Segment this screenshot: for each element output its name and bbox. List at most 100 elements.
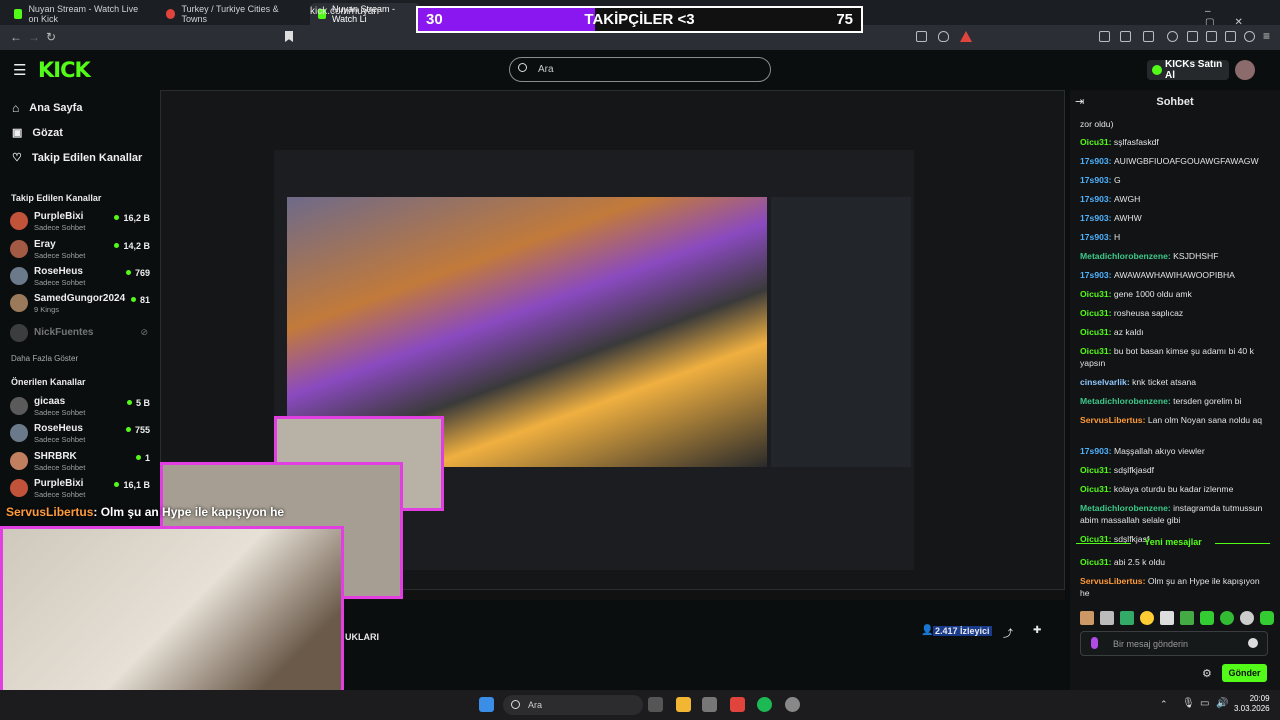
suggested-channel[interactable]: gicaas Sadece Sohbet 5 B (10, 395, 150, 419)
tab-turkey[interactable]: Turkey / Turkiye Cities & Towns (158, 3, 308, 25)
chat-username[interactable]: 17s903: (1080, 175, 1114, 185)
chat-username[interactable]: Oicu31: (1080, 346, 1114, 356)
emote-icon[interactable] (1140, 611, 1154, 625)
followed-channel-offline[interactable]: NickFuentes ⊘ (10, 322, 150, 346)
chat-username[interactable]: 17s903: (1080, 194, 1114, 204)
chat-username[interactable]: 17s903: (1080, 446, 1114, 456)
chat-username[interactable]: Oicu31: (1080, 484, 1114, 494)
task-view-icon[interactable] (648, 697, 663, 712)
forward-icon[interactable]: → (28, 30, 40, 44)
emoji-icon[interactable] (1248, 638, 1258, 648)
chat-settings-icon[interactable]: ⚙ (1202, 667, 1212, 680)
chat-username[interactable]: Metadichlorobenzene: (1080, 503, 1173, 513)
screenshot-icon[interactable] (1120, 31, 1131, 42)
browse-icon: ▣ (12, 127, 23, 139)
show-more-link[interactable]: Daha Fazla Göster (11, 354, 78, 363)
chat-message-input[interactable]: Bir mesaj gönderin (1080, 631, 1268, 656)
follow-user-icon[interactable]: ✚ (1033, 625, 1041, 636)
emote-icon[interactable] (1240, 611, 1254, 625)
chat-username[interactable]: 17s903: (1080, 232, 1114, 242)
chat-username[interactable]: Oicu31: (1080, 465, 1114, 475)
brave-rewards-icon[interactable] (960, 31, 972, 42)
download-icon[interactable] (1225, 31, 1236, 42)
microphone-icon[interactable] (1091, 637, 1098, 649)
viewer-count: 16,2 B (114, 213, 150, 223)
suggested-channel[interactable]: SHRBRK Sadece Sohbet 1 (10, 450, 150, 474)
network-icon[interactable]: ▭ (1200, 698, 1209, 709)
chat-text: AWHW (1113, 213, 1142, 223)
sidebar-toggle-icon[interactable] (1187, 31, 1198, 42)
emote-icon[interactable] (1120, 611, 1134, 625)
taskbar-search[interactable]: Ara (503, 695, 643, 715)
vpn-icon[interactable] (1244, 31, 1255, 42)
viewer-count: 16,1 B (114, 480, 150, 490)
kick-logo[interactable]: KICK (38, 58, 91, 82)
viewer-count: 5 B (127, 398, 150, 408)
overlay-text: : Olm şu an Hype ile kapışıyon he (93, 505, 285, 519)
followed-channel[interactable]: Eray Sadece Sohbet 14,2 B (10, 238, 150, 262)
chat-username[interactable]: cinselvarlik: (1080, 377, 1132, 387)
send-button[interactable]: Gönder (1222, 664, 1267, 682)
back-icon[interactable]: ← (10, 30, 22, 44)
tray-chevron-icon[interactable]: ⌃ (1160, 699, 1168, 710)
chat-message: 17s903: AUIWGBFIUOAFGOUAWGFAWAGW (1080, 155, 1270, 167)
chat-username[interactable]: Metadichlorobenzene: (1080, 396, 1173, 406)
chat-username[interactable]: 17s903: (1080, 156, 1114, 166)
share-icon[interactable] (916, 31, 927, 42)
emote-icon[interactable] (1100, 611, 1114, 625)
chat-username[interactable]: Oicu31: (1080, 557, 1114, 567)
chat-username[interactable]: 17s903: (1080, 270, 1114, 280)
suggested-channel[interactable]: RoseHeus Sadece Sohbet 755 (10, 422, 150, 446)
chat-input-placeholder: Bir mesaj gönderin (1113, 638, 1189, 649)
brave-browser-icon[interactable] (730, 697, 745, 712)
kick-favicon-icon (14, 9, 23, 19)
suggested-channel[interactable]: PurpleBixi Sadece Sohbet 16,1 B (10, 477, 150, 501)
extension-icon[interactable] (1099, 31, 1110, 42)
mic-tray-icon[interactable]: 🎙 (1182, 698, 1195, 709)
file-explorer-icon[interactable] (676, 697, 691, 712)
chat-username[interactable]: Metadichlorobenzene: (1080, 251, 1173, 261)
chat-username[interactable]: Oicu31: (1080, 289, 1114, 299)
share-stream-icon[interactable]: ⤴ (1003, 625, 1013, 640)
channel-category: Sadece Sohbet (34, 435, 86, 444)
system-clock[interactable]: 20:09 3.03.2026 (1234, 694, 1270, 714)
store-icon[interactable] (702, 697, 717, 712)
followed-channel[interactable]: SamedGungor2024 9 Kings 81 (10, 292, 150, 316)
hamburger-icon[interactable]: ☰ (13, 61, 26, 79)
followed-channel[interactable]: PurpleBixi Sadece Sohbet 16,2 B (10, 210, 150, 234)
nav-home[interactable]: ⌂ Ana Sayfa (12, 101, 82, 115)
emote-bar[interactable] (1080, 611, 1274, 625)
emote-icon[interactable] (1220, 611, 1234, 625)
chat-username[interactable]: ServusLibertus: (1080, 415, 1148, 425)
nav-following[interactable]: ♡ Takip Edilen Kanallar (12, 151, 142, 165)
shield-icon[interactable] (938, 31, 949, 42)
wallet2-icon[interactable] (1206, 31, 1217, 42)
music-icon[interactable] (1167, 31, 1178, 42)
wallet-icon[interactable] (1143, 31, 1154, 42)
app-icon[interactable] (785, 697, 800, 712)
menu-icon[interactable]: ≡ (1263, 29, 1270, 43)
emote-icon[interactable] (1260, 611, 1274, 625)
chat-username[interactable]: Oicu31: (1080, 327, 1114, 337)
nav-browse[interactable]: ▣ Gözat (12, 126, 63, 140)
chat-username[interactable]: 17s903: (1080, 213, 1114, 223)
url-text[interactable]: kick.com/nuyan (310, 6, 379, 17)
followed-channel[interactable]: RoseHeus Sadece Sohbet 769 (10, 265, 150, 289)
tab-kick-1[interactable]: Nuyan Stream - Watch Live on Kick (6, 3, 156, 25)
chat-username[interactable]: Oicu31: (1080, 308, 1114, 318)
reload-icon[interactable]: ↻ (46, 30, 56, 44)
chat-text: G (1113, 175, 1121, 185)
emote-icon[interactable] (1080, 611, 1094, 625)
emote-icon[interactable] (1160, 611, 1174, 625)
volume-icon[interactable]: 🔊 (1216, 698, 1228, 709)
emote-icon[interactable] (1180, 611, 1194, 625)
search-input[interactable]: Ara (509, 57, 771, 82)
chat-username[interactable]: ServusLibertus: (1080, 576, 1148, 586)
user-avatar[interactable] (1235, 60, 1255, 80)
chat-username[interactable]: Oicu31: (1080, 137, 1114, 147)
spotify-icon[interactable] (757, 697, 772, 712)
emote-icon[interactable] (1200, 611, 1214, 625)
chat-text: Maşşallah akıyo viewler (1113, 446, 1205, 456)
chat-message: 17s903: G (1080, 174, 1270, 186)
windows-start-icon[interactable] (479, 697, 494, 712)
